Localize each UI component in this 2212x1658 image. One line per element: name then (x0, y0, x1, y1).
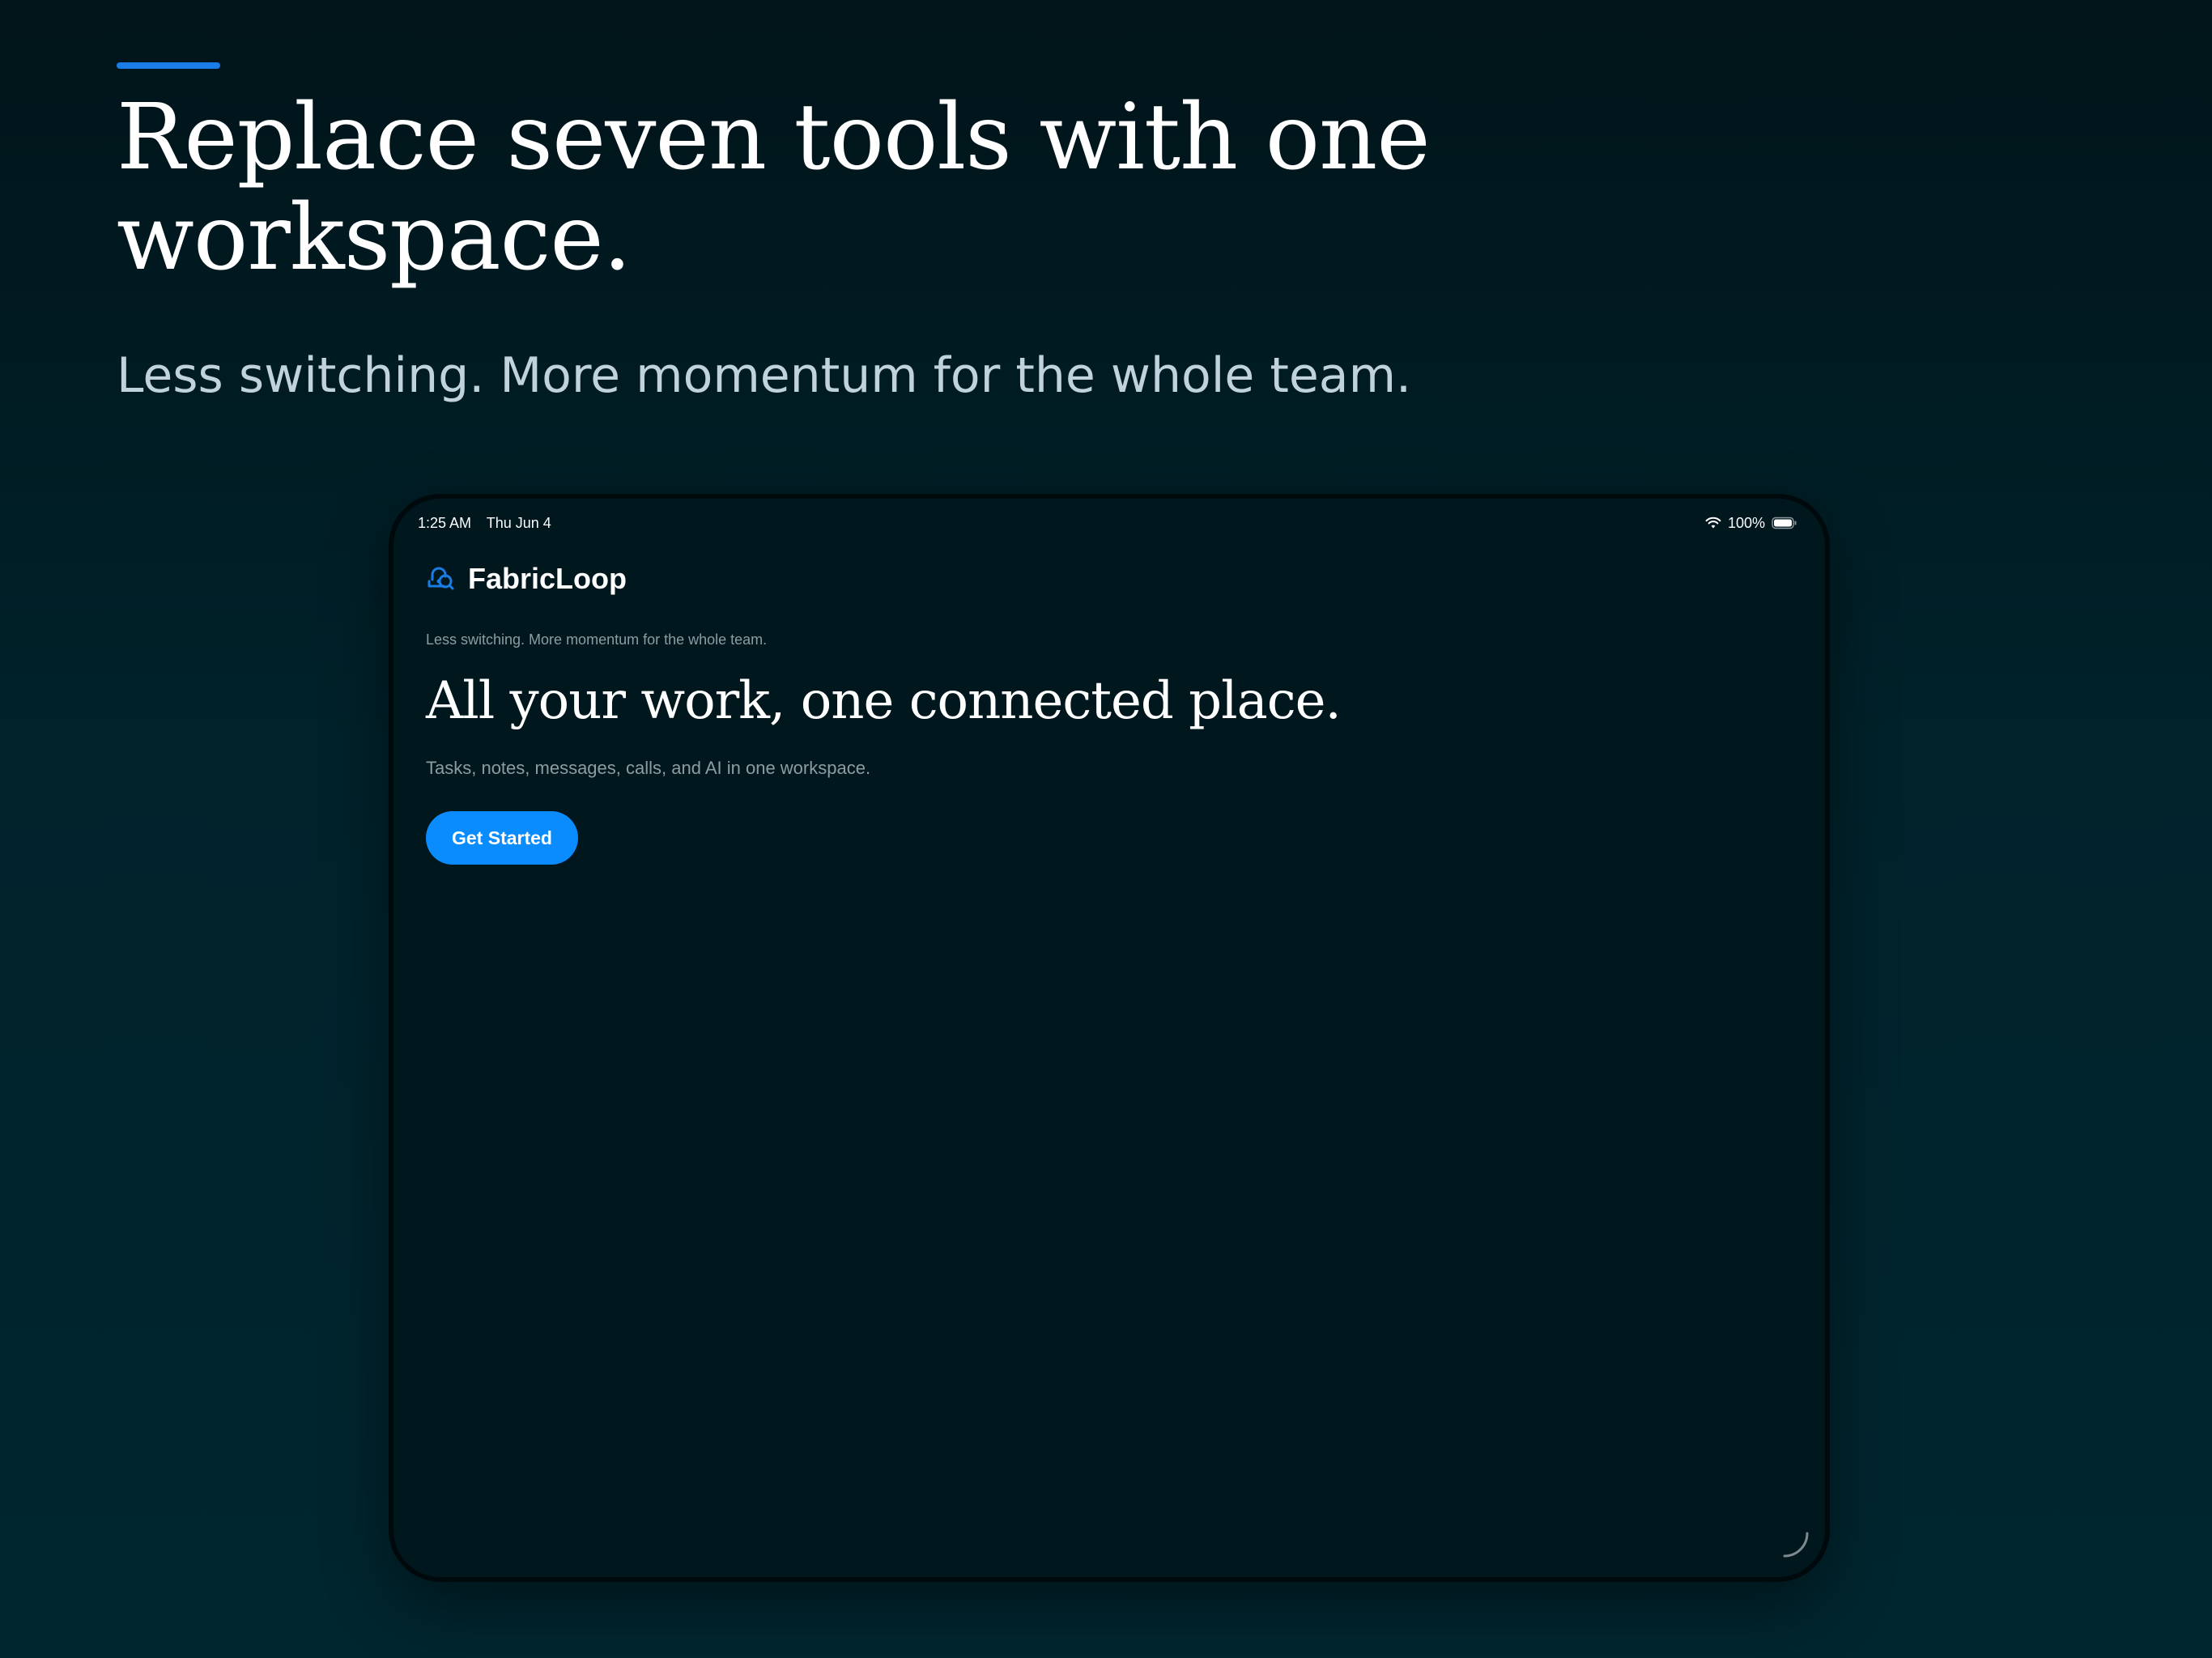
tablet-device-frame: 1:25 AM Thu Jun 4 100% FabricLoop Less s… (389, 494, 1830, 1582)
hero-title: All your work, one connected place. (426, 671, 1342, 731)
battery-percent: 100% (1727, 514, 1765, 531)
status-date: Thu Jun 4 (486, 514, 551, 531)
accent-bar (117, 62, 220, 69)
wifi-icon (1705, 517, 1721, 529)
brand-name: FabricLoop (468, 562, 627, 595)
fabricloop-logo-icon (426, 562, 457, 596)
hero-description: Tasks, notes, messages, calls, and AI in… (426, 758, 871, 778)
tablet-screen: 1:25 AM Thu Jun 4 100% FabricLoop Less s… (393, 499, 1825, 1577)
status-bar: 1:25 AM Thu Jun 4 100% (418, 507, 1797, 539)
page-headline: Replace seven tools with one workspace. (117, 85, 1431, 291)
get-started-button[interactable]: Get Started (426, 811, 578, 865)
status-time: 1:25 AM (418, 514, 472, 531)
page-subhead: Less switching. More momentum for the wh… (117, 347, 1412, 404)
app-tagline: Less switching. More momentum for the wh… (426, 631, 768, 648)
app-brand: FabricLoop (426, 562, 627, 596)
status-right: 100% (1705, 515, 1797, 532)
status-left: 1:25 AM Thu Jun 4 (418, 515, 563, 532)
battery-icon (1772, 517, 1797, 529)
resize-corner-icon (1780, 1528, 1812, 1564)
